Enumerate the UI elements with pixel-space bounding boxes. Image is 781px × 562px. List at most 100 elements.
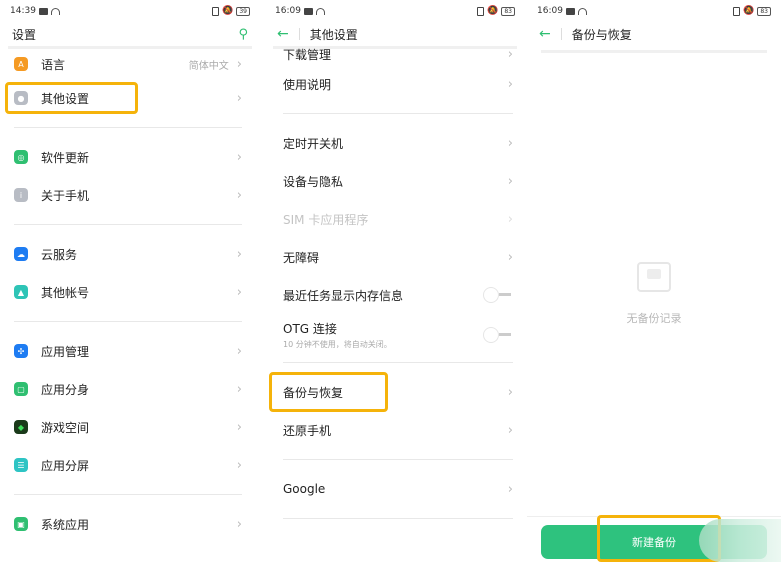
divider (14, 224, 242, 225)
settings-item-about-phone[interactable]: i 关于手机 › (0, 176, 260, 214)
item-label: 云服务 (41, 247, 78, 262)
divider (14, 321, 242, 322)
game-space-icon: ◆ (14, 420, 28, 434)
memory-info-toggle[interactable] (483, 287, 513, 303)
update-icon: ◎ (14, 150, 28, 164)
divider (283, 113, 513, 114)
chevron-right-icon: › (507, 481, 513, 497)
item-label: 最近任务显示内存信息 (283, 288, 404, 303)
settings-item-split-screen[interactable]: ☰ 应用分屏 › (0, 446, 260, 484)
notification-icon (38, 7, 48, 15)
split-screen-icon: ☰ (14, 458, 28, 472)
item-label: 无障碍 (283, 250, 320, 265)
language-icon: A (14, 57, 28, 71)
chevron-right-icon: › (507, 249, 513, 265)
settings-item-accessibility[interactable]: 无障碍 › (265, 238, 525, 276)
empty-text: 无备份记录 (626, 312, 682, 325)
highlight-box (269, 372, 388, 412)
chevron-right-icon: › (507, 211, 513, 227)
chevron-right-icon: › (507, 46, 513, 62)
divider (283, 518, 513, 519)
app-clone-icon: ▢ (14, 382, 28, 396)
divider (14, 494, 242, 495)
chevron-right-icon: › (507, 135, 513, 151)
settings-item-system-apps[interactable]: ▣ 系统应用 › (0, 505, 260, 543)
page-title: 其他设置 (309, 27, 358, 42)
account-icon: ▲ (14, 285, 28, 299)
settings-item-cloud-service[interactable]: ☁ 云服务 › (0, 235, 260, 273)
divider (14, 127, 242, 128)
wifi-icon (50, 7, 60, 15)
app-manage-icon: ✣ (14, 344, 28, 358)
settings-item-google[interactable]: Google › (265, 470, 525, 508)
settings-item-software-update[interactable]: ◎ 软件更新 › (0, 138, 260, 176)
chevron-right-icon: › (236, 343, 242, 359)
battery-icon: 39 (236, 6, 250, 16)
chevron-right-icon: › (236, 187, 242, 203)
page-title: 备份与恢复 (571, 27, 632, 42)
chevron-right-icon: › (236, 419, 242, 435)
item-label: OTG 连接 (283, 322, 337, 336)
status-time: 16:09 (275, 6, 301, 16)
back-arrow-icon[interactable]: ← (277, 26, 289, 42)
settings-item-backup-restore[interactable]: 备份与恢复 › (265, 372, 525, 412)
header-separator (298, 28, 300, 40)
item-label: 系统应用 (41, 517, 90, 532)
settings-item-app-clone[interactable]: ▢ 应用分身 › (0, 370, 260, 408)
chevron-right-icon: › (236, 56, 242, 72)
wifi-icon (315, 7, 325, 15)
chevron-right-icon: › (507, 76, 513, 92)
otg-toggle[interactable] (483, 327, 513, 343)
watermark (699, 519, 781, 562)
item-label: 还原手机 (283, 423, 332, 438)
info-icon: i (14, 188, 28, 202)
wifi-icon (577, 7, 587, 15)
settings-item-other-settings[interactable]: ● 其他设置 › (0, 79, 260, 117)
settings-item-game-space[interactable]: ◆ 游戏空间 › (0, 408, 260, 446)
chevron-right-icon: › (236, 246, 242, 262)
item-label: 软件更新 (41, 150, 90, 165)
mute-icon: 🔕 (222, 6, 234, 16)
status-time: 14:39 (10, 6, 36, 16)
settings-item-recent-memory: 最近任务显示内存信息 (265, 276, 525, 314)
settings-item-other-accounts[interactable]: ▲ 其他帐号 › (0, 273, 260, 311)
header-separator (560, 28, 562, 40)
item-label: 游戏空间 (41, 420, 90, 435)
divider (283, 459, 513, 460)
mute-icon: 🔕 (487, 6, 499, 16)
settings-item-language[interactable]: A 语言 简体中文 › (0, 49, 260, 79)
settings-item-reset-phone[interactable]: 还原手机 › (265, 411, 525, 449)
system-apps-icon: ▣ (14, 517, 28, 531)
item-label: 关于手机 (41, 188, 90, 203)
item-label: 应用分身 (41, 382, 90, 397)
highlight-box (5, 82, 138, 114)
chevron-right-icon: › (507, 384, 513, 400)
chevron-right-icon: › (236, 90, 242, 106)
item-label: 下载管理 (283, 47, 332, 62)
battery-icon: 83 (757, 6, 771, 16)
nfc-icon (212, 6, 220, 16)
cloud-icon: ☁ (14, 247, 28, 261)
item-label: Google (283, 482, 326, 496)
settings-item-download-manager[interactable]: 下载管理 › (265, 43, 525, 65)
chevron-right-icon: › (236, 381, 242, 397)
item-label: 使用说明 (283, 77, 332, 92)
chevron-right-icon: › (507, 173, 513, 189)
item-label-wrap: OTG 连接 10 分钟不使用，将自动关闭。 (283, 320, 483, 350)
item-label: 语言 (41, 57, 66, 72)
chevron-right-icon: › (507, 422, 513, 438)
settings-item-sim-apps: SIM 卡应用程序 › (265, 200, 525, 238)
item-label: 应用管理 (41, 344, 90, 359)
settings-item-device-privacy[interactable]: 设备与隐私 › (265, 162, 525, 200)
notification-icon (303, 7, 313, 15)
status-bar: 16:09 🔕 83 (265, 0, 525, 22)
settings-item-user-guide[interactable]: 使用说明 › (265, 65, 525, 103)
back-arrow-icon[interactable]: ← (539, 26, 551, 42)
settings-item-scheduled-power[interactable]: 定时开关机 › (265, 124, 525, 162)
status-bar: 14:39 🔕 39 (0, 0, 260, 22)
settings-item-app-management[interactable]: ✣ 应用管理 › (0, 332, 260, 370)
nfc-icon (733, 6, 741, 16)
search-icon[interactable]: ⚲ (238, 27, 248, 42)
header: 设置 ⚲ (0, 22, 260, 46)
backup-restore-screen: 16:09 🔕 83 ← 备份与恢复 无备份记录 新建备份 (527, 0, 781, 562)
